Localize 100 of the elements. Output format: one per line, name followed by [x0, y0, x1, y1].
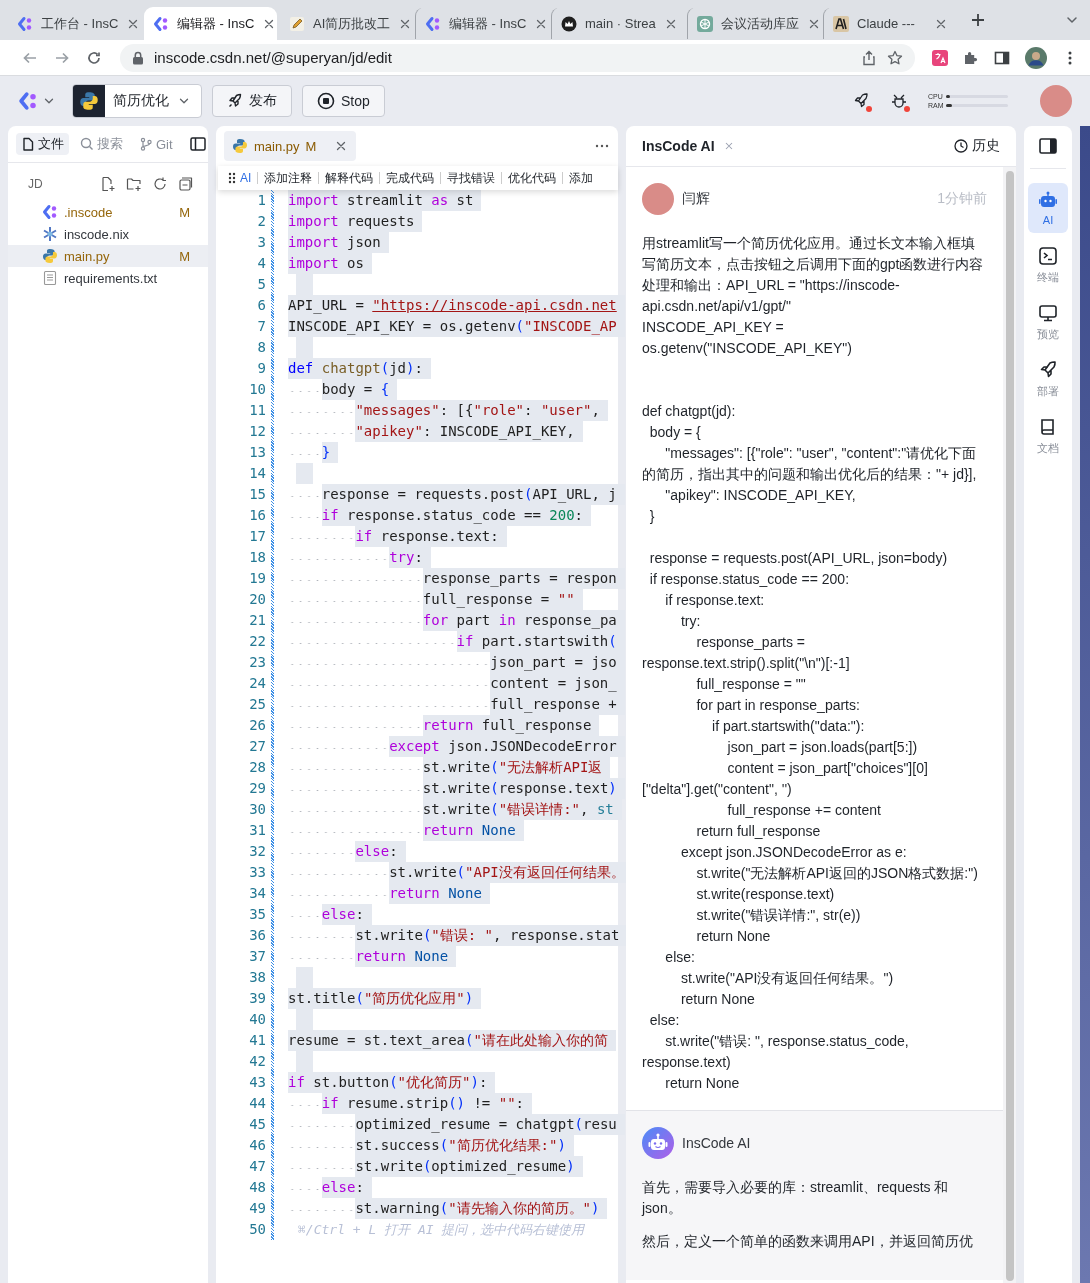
- line-number: 33: [248, 863, 266, 882]
- new-file-icon[interactable]: [100, 176, 116, 192]
- file-item[interactable]: requirements.txt: [8, 267, 208, 289]
- refresh-icon[interactable]: [152, 176, 168, 192]
- stop-button[interactable]: Stop: [302, 85, 385, 117]
- ai-action-link[interactable]: 寻找错误: [440, 172, 502, 184]
- plus-icon[interactable]: [970, 12, 986, 28]
- address-bar[interactable]: inscode.csdn.net/@superyan/jd/edit: [120, 43, 915, 72]
- line-number: 12: [248, 422, 266, 441]
- line-number: 4: [256, 254, 266, 273]
- line-number: 19: [248, 569, 266, 588]
- rocket-icon: [227, 93, 243, 109]
- collapse-icon[interactable]: [178, 176, 194, 192]
- new-folder-icon[interactable]: [126, 176, 142, 192]
- message-paragraph: 首先，需要导入必要的库：streamlit、requests 和 json。: [642, 1178, 950, 1218]
- stop-icon: [317, 92, 335, 110]
- rocket-icon: [1038, 359, 1058, 380]
- file-item[interactable]: .inscode M: [8, 201, 208, 223]
- file-tab[interactable]: main.py M: [224, 131, 357, 161]
- ai-action-link[interactable]: 完成代码: [379, 172, 441, 184]
- python-icon: [42, 248, 58, 264]
- author-name: 闫辉: [682, 190, 711, 208]
- line-number: 10: [248, 380, 266, 399]
- file-item[interactable]: inscode.nix: [8, 223, 208, 245]
- browser-tab[interactable]: 工作台 - InsC: [8, 7, 141, 40]
- line-number: 3: [256, 233, 266, 252]
- share-icon[interactable]: [861, 49, 877, 66]
- sidebar-tab[interactable]: 文件: [16, 133, 69, 155]
- ai-label: AI: [240, 172, 253, 184]
- rail-item[interactable]: AI: [1028, 183, 1068, 233]
- browser-tab[interactable]: AI简历批改工: [280, 7, 413, 40]
- line-number: 39: [248, 989, 266, 1008]
- inscode-logo-icon: [42, 204, 58, 220]
- ai-action-link[interactable]: 优化代码: [501, 172, 563, 184]
- clock-icon: [954, 139, 968, 153]
- status-label: M: [179, 248, 190, 264]
- puzzle-icon[interactable]: [963, 49, 979, 66]
- monitor-icon: [1038, 302, 1058, 323]
- line-number: 21: [248, 611, 266, 630]
- file-item[interactable]: main.py M: [8, 245, 208, 267]
- line-number: 24: [248, 674, 266, 693]
- line-number: 8: [256, 338, 266, 357]
- text-file-icon: [42, 270, 58, 286]
- panel-toggle-icon[interactable]: [189, 136, 206, 152]
- inscode-logo-icon[interactable]: [18, 91, 38, 111]
- search-icon: [80, 137, 94, 151]
- publish-button[interactable]: 发布: [212, 85, 292, 117]
- line-number: 34: [248, 884, 266, 903]
- line-number: 25: [248, 695, 266, 714]
- browser-tab[interactable]: 编辑器 - InsC: [144, 7, 277, 40]
- robot-icon: [1038, 190, 1058, 210]
- bug-icon[interactable]: [890, 92, 908, 110]
- line-number: 45: [248, 1115, 266, 1134]
- translate-icon[interactable]: [932, 49, 948, 66]
- ai-action-link[interactable]: 添加: [562, 172, 600, 184]
- line-number: 43: [248, 1073, 266, 1092]
- line-number: 47: [248, 1157, 266, 1176]
- line-number: 41: [248, 1031, 266, 1050]
- line-number: 13: [248, 443, 266, 462]
- panel-layout-icon[interactable]: [1038, 136, 1058, 156]
- side-panel-icon[interactable]: [994, 49, 1010, 66]
- reload-icon[interactable]: [86, 49, 102, 66]
- line-number: 32: [248, 842, 266, 861]
- line-number: 42: [248, 1052, 266, 1071]
- ai-action-link[interactable]: 解释代码: [318, 172, 380, 184]
- ai-action-link[interactable]: 添加注释: [257, 172, 319, 184]
- line-number: 48: [248, 1178, 266, 1197]
- line-number: 40: [248, 1010, 266, 1029]
- scrollbar-thumb[interactable]: [1005, 171, 1014, 1281]
- line-number: 6: [256, 296, 266, 315]
- lock-icon: [132, 50, 144, 65]
- editor-hint: ⌘/Ctrl + L 打开 AI 提问，选中代码右键使用: [298, 1221, 586, 1239]
- line-number: 22: [248, 632, 266, 651]
- project-selector[interactable]: 简历优化: [72, 84, 202, 118]
- status-label: M: [179, 204, 190, 220]
- line-number: 26: [248, 716, 266, 735]
- browser-tab[interactable]: main · Strea: [552, 7, 685, 40]
- line-number: 17: [248, 527, 266, 546]
- line-number: 16: [248, 506, 266, 525]
- rail-item[interactable]: 终端: [1028, 240, 1068, 290]
- avatar-icon[interactable]: [1025, 46, 1047, 69]
- panel-title: InsCode AI: [642, 138, 715, 154]
- crown-icon: [561, 15, 577, 32]
- rail-item[interactable]: 部署: [1028, 354, 1068, 404]
- drag-handle-icon[interactable]: [228, 172, 236, 184]
- history-button[interactable]: 历史: [954, 137, 1000, 155]
- browser-tab[interactable]: 会议活动库应: [688, 7, 821, 40]
- robot-avatar-icon: [642, 1127, 674, 1159]
- line-number: 49: [248, 1199, 266, 1218]
- author-name: InsCode AI: [682, 1135, 752, 1151]
- rail-item[interactable]: 预览: [1028, 297, 1068, 347]
- line-number: 18: [248, 548, 266, 567]
- star-icon[interactable]: [887, 49, 903, 66]
- browser-tab[interactable]: 编辑器 - InsC: [416, 7, 549, 40]
- rocket-icon[interactable]: [852, 92, 870, 110]
- line-number: 5: [256, 275, 266, 294]
- pencil-icon: [289, 15, 305, 32]
- browser-tab[interactable]: Claude ---: [824, 7, 957, 40]
- line-number: 14: [248, 464, 266, 483]
- line-number: 20: [248, 590, 266, 609]
